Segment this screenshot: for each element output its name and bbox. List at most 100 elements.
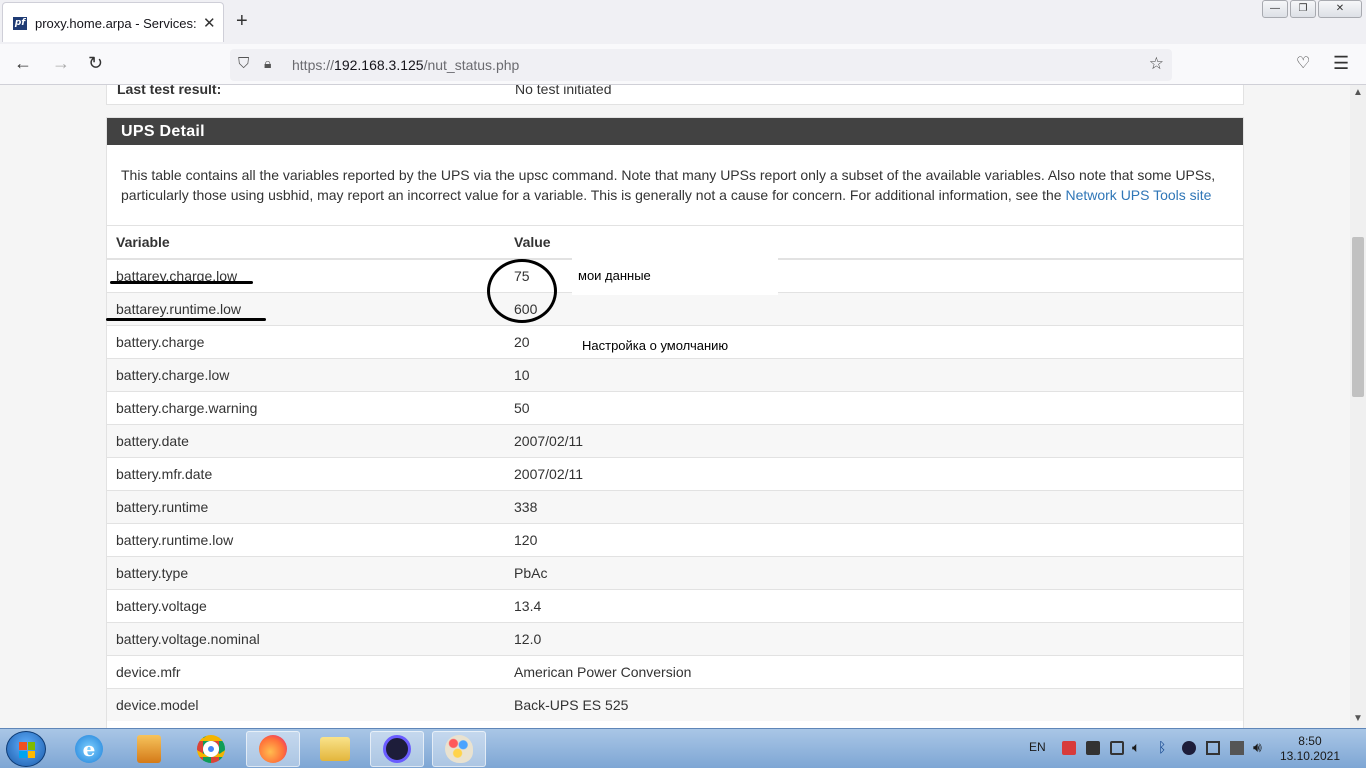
- back-icon[interactable]: ←: [14, 53, 32, 74]
- close-window-icon[interactable]: ✕: [1318, 0, 1362, 18]
- value-cell: 10: [505, 357, 1243, 391]
- variable-cell: battery.voltage.nominal: [107, 621, 505, 655]
- column-header-variable: Variable: [107, 226, 505, 260]
- variable-cell: battery.type: [107, 555, 505, 589]
- restore-icon[interactable]: ❐: [1290, 0, 1316, 18]
- table-row: battery.runtime 338: [107, 489, 1243, 523]
- variable-cell: device.model: [107, 687, 505, 721]
- folder-icon: [320, 737, 350, 761]
- taskbar-firefox[interactable]: [246, 731, 300, 767]
- network-tray-icon[interactable]: [1086, 741, 1100, 755]
- table-row: battery.voltage.nominal 12.0: [107, 621, 1243, 655]
- table-row: battarey.runtime.low 600: [107, 291, 1243, 325]
- variable-cell: battery.charge: [107, 324, 505, 358]
- table-row: device.mfr American Power Conversion: [107, 654, 1243, 688]
- url-text[interactable]: https://192.168.3.125/nut_status.php: [292, 57, 519, 73]
- value-cell: 2007/02/11: [505, 456, 1243, 490]
- table-row: battery.type PbAc: [107, 555, 1243, 589]
- bluetooth-tray-icon[interactable]: ᛒ: [1158, 739, 1166, 755]
- value-cell: 2007/02/11: [505, 423, 1243, 457]
- system-clock[interactable]: 8:50 13.10.2021: [1280, 734, 1340, 764]
- variable-cell: battery.runtime.low: [107, 522, 505, 556]
- device-tray-icon[interactable]: [1206, 741, 1220, 755]
- tab-bar: pf proxy.home.arpa - Services: UPS ✕ + —…: [0, 0, 1366, 44]
- paint-palette-icon: [445, 735, 473, 763]
- language-indicator[interactable]: EN: [1029, 740, 1046, 754]
- window-controls: — ❐ ✕: [1260, 0, 1362, 20]
- scrollbar-thumb[interactable]: [1352, 237, 1364, 397]
- printer-tray-icon[interactable]: [1110, 741, 1124, 755]
- tab-close-icon[interactable]: ✕: [203, 14, 216, 32]
- nut-site-link[interactable]: Network UPS Tools site: [1065, 187, 1211, 203]
- video-app-tray-icon[interactable]: [1182, 741, 1196, 755]
- last-test-label: Last test result:: [117, 85, 222, 97]
- variable-cell: battery.charge.low: [107, 357, 505, 391]
- value-cell: 600: [505, 291, 1243, 325]
- volume-tray-icon[interactable]: 🔊︎: [1253, 739, 1262, 756]
- variable-cell: device.mfr: [107, 654, 505, 688]
- panel-title: UPS Detail: [107, 118, 1243, 145]
- minimize-icon[interactable]: —: [1262, 0, 1288, 18]
- navigation-bar: ← → ↻ ⛉ 🔒︎ https://192.168.3.125/nut_sta…: [0, 44, 1366, 85]
- table-row: battery.mfr.date 2007/02/11: [107, 456, 1243, 490]
- value-cell: Back-UPS ES 525: [505, 687, 1243, 721]
- shield-icon[interactable]: ⛉: [238, 55, 249, 72]
- taskbar-paint[interactable]: [432, 731, 486, 767]
- last-test-value: No test initiated: [515, 85, 612, 97]
- taskbar: e EN 🔈︎ ᛒ 🔊︎ 8:50 13.10.2021: [0, 728, 1366, 768]
- value-cell: PbAc: [505, 555, 1243, 589]
- variable-cell: battery.charge.warning: [107, 390, 505, 424]
- tab-title: proxy.home.arpa - Services: UPS: [35, 16, 197, 31]
- clock-time: 8:50: [1298, 734, 1322, 748]
- antivirus-tray-icon[interactable]: [1062, 741, 1076, 755]
- variable-cell: battery.date: [107, 423, 505, 457]
- taskbar-chrome[interactable]: [184, 731, 238, 767]
- video-app-icon: [383, 735, 411, 763]
- ups-detail-panel: UPS Detail This table contains all the v…: [106, 117, 1244, 728]
- internet-explorer-icon: e: [75, 735, 103, 763]
- value-cell: 13.4: [505, 588, 1243, 622]
- clock-date: 13.10.2021: [1279, 749, 1340, 763]
- table-row: device.model Back-UPS ES 525: [107, 687, 1243, 721]
- value-cell: 120: [505, 522, 1243, 556]
- annotation-default-setting: Настройка о умолчанию: [578, 335, 748, 357]
- ups-status-panel: Last test result: No test initiated: [106, 85, 1244, 105]
- value-cell: 338: [505, 489, 1243, 523]
- reload-icon[interactable]: ↻: [88, 53, 103, 74]
- table-row: battery.charge.low 10: [107, 357, 1243, 391]
- taskbar-explorer[interactable]: [308, 731, 362, 767]
- taskbar-media-player[interactable]: [122, 731, 176, 767]
- scroll-down-icon[interactable]: ▼: [1353, 713, 1363, 724]
- variable-cell: battery.voltage: [107, 588, 505, 622]
- underline-annotation: [106, 318, 266, 321]
- ups-variables-table: Variable Value battarey.charge.low 75 bat…: [107, 226, 1243, 721]
- new-tab-icon[interactable]: +: [236, 10, 248, 33]
- vertical-scrollbar[interactable]: ▲ ▼: [1350, 85, 1366, 728]
- scroll-up-icon[interactable]: ▲: [1353, 87, 1363, 98]
- windows-logo-icon: [19, 742, 35, 758]
- table-row: battery.date 2007/02/11: [107, 423, 1243, 457]
- chrome-icon: [197, 735, 225, 763]
- speaker-tray-icon[interactable]: 🔈︎: [1132, 739, 1140, 756]
- start-button[interactable]: [6, 731, 46, 767]
- underline-annotation: [110, 281, 253, 284]
- power-tray-icon[interactable]: [1230, 741, 1244, 755]
- pfsense-favicon-icon: pf: [13, 17, 27, 30]
- bookmark-star-icon[interactable]: ☆: [1149, 54, 1164, 74]
- value-cell: 50: [505, 390, 1243, 424]
- media-player-icon: [137, 735, 161, 763]
- annotation-my-data: мои данные: [572, 253, 778, 295]
- page-content: Last test result: No test initiated UPS …: [0, 85, 1350, 728]
- variable-cell: battarey.charge.low: [107, 258, 505, 292]
- browser-tab[interactable]: pf proxy.home.arpa - Services: UPS ✕: [2, 2, 224, 42]
- menu-icon[interactable]: ☰: [1333, 53, 1349, 74]
- forward-icon[interactable]: →: [52, 53, 70, 74]
- taskbar-video-app[interactable]: [370, 731, 424, 767]
- value-cell: American Power Conversion: [505, 654, 1243, 688]
- taskbar-ie[interactable]: e: [62, 731, 116, 767]
- pocket-icon[interactable]: ♡: [1296, 53, 1310, 73]
- firefox-icon: [259, 735, 287, 763]
- address-bar[interactable]: ⛉ 🔒︎ https://192.168.3.125/nut_status.ph…: [230, 49, 1172, 81]
- lock-icon[interactable]: 🔒︎: [264, 55, 271, 72]
- variable-cell: battery.runtime: [107, 489, 505, 523]
